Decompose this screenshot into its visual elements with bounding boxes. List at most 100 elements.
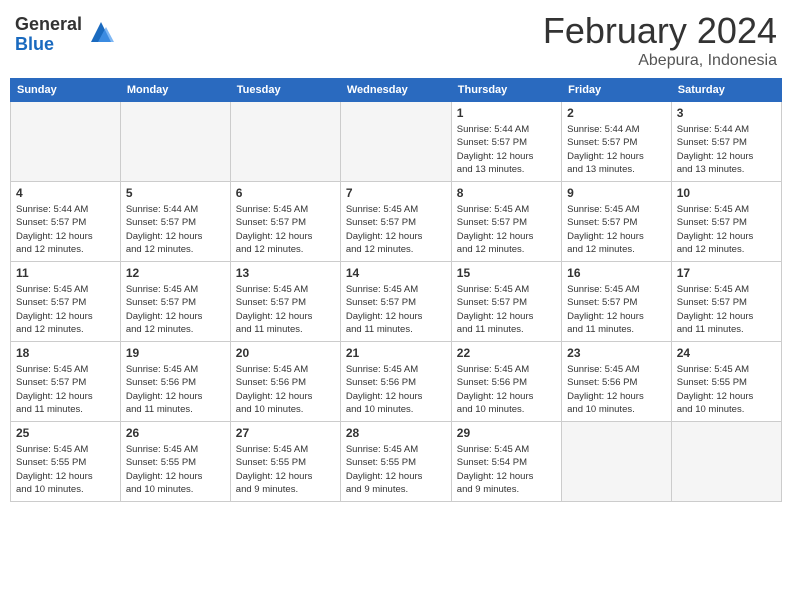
calendar-cell: 6 Sunrise: 5:45 AM Sunset: 5:57 PM Daylig… <box>230 182 340 262</box>
day-number: 27 <box>236 426 335 440</box>
day-number: 1 <box>457 106 556 120</box>
calendar-header-row: SundayMondayTuesdayWednesdayThursdayFrid… <box>11 79 782 102</box>
day-info: Sunrise: 5:45 AM Sunset: 5:55 PM Dayligh… <box>236 443 335 496</box>
day-info: Sunrise: 5:45 AM Sunset: 5:56 PM Dayligh… <box>346 363 446 416</box>
calendar-cell: 3 Sunrise: 5:44 AM Sunset: 5:57 PM Daylig… <box>671 102 781 182</box>
calendar-cell: 1 Sunrise: 5:44 AM Sunset: 5:57 PM Daylig… <box>451 102 561 182</box>
day-info: Sunrise: 5:45 AM Sunset: 5:57 PM Dayligh… <box>346 203 446 256</box>
day-number: 15 <box>457 266 556 280</box>
calendar-cell: 28Sunrise: 5:45 AM Sunset: 5:55 PM Dayli… <box>340 422 451 502</box>
calendar-cell: 21 Sunrise: 5:45 AM Sunset: 5:56 PM Dayli… <box>340 342 451 422</box>
calendar-cell: 23Sunrise: 5:45 AM Sunset: 5:56 PM Dayli… <box>562 342 672 422</box>
calendar-cell: 19 Sunrise: 5:45 AM Sunset: 5:56 PM Dayli… <box>120 342 230 422</box>
calendar-header-saturday: Saturday <box>671 79 781 102</box>
calendar-cell: 27 Sunrise: 5:45 AM Sunset: 5:55 PM Dayli… <box>230 422 340 502</box>
calendar-cell: 18 Sunrise: 5:45 AM Sunset: 5:57 PM Dayli… <box>11 342 121 422</box>
calendar-cell: 2 Sunrise: 5:44 AM Sunset: 5:57 PM Daylig… <box>562 102 672 182</box>
day-number: 21 <box>346 346 446 360</box>
calendar-cell: 10 Sunrise: 5:45 AM Sunset: 5:57 PM Dayli… <box>671 182 781 262</box>
day-number: 28 <box>346 426 446 440</box>
calendar-cell <box>230 102 340 182</box>
day-info: Sunrise: 5:45 AM Sunset: 5:56 PM Dayligh… <box>126 363 225 416</box>
day-number: 13 <box>236 266 335 280</box>
calendar-header-sunday: Sunday <box>11 79 121 102</box>
day-number: 7 <box>346 186 446 200</box>
calendar-week-row: 4 Sunrise: 5:44 AM Sunset: 5:57 PM Daylig… <box>11 182 782 262</box>
logo-icon <box>86 17 116 47</box>
calendar-cell: 15 Sunrise: 5:45 AM Sunset: 5:57 PM Dayli… <box>451 262 561 342</box>
header: General Blue February 2024 Abepura, Indo… <box>10 10 782 70</box>
calendar-cell <box>562 422 672 502</box>
day-number: 2 <box>567 106 666 120</box>
calendar-cell: 24 Sunrise: 5:45 AM Sunset: 5:55 PM Dayli… <box>671 342 781 422</box>
title-area: February 2024 Abepura, Indonesia <box>543 10 777 70</box>
day-info: Sunrise: 5:45 AM Sunset: 5:57 PM Dayligh… <box>457 203 556 256</box>
day-info: Sunrise: 5:45 AM Sunset: 5:54 PM Dayligh… <box>457 443 556 496</box>
day-number: 10 <box>677 186 776 200</box>
calendar-cell: 25 Sunrise: 5:45 AM Sunset: 5:55 PM Dayli… <box>11 422 121 502</box>
day-number: 14 <box>346 266 446 280</box>
calendar-cell <box>340 102 451 182</box>
calendar-cell: 13 Sunrise: 5:45 AM Sunset: 5:57 PM Dayli… <box>230 262 340 342</box>
day-info: Sunrise: 5:44 AM Sunset: 5:57 PM Dayligh… <box>567 123 666 176</box>
calendar-cell: 20 Sunrise: 5:45 AM Sunset: 5:56 PM Dayli… <box>230 342 340 422</box>
calendar-header-wednesday: Wednesday <box>340 79 451 102</box>
day-info: Sunrise: 5:45 AM Sunset: 5:57 PM Dayligh… <box>346 283 446 336</box>
calendar-cell: 12 Sunrise: 5:45 AM Sunset: 5:57 PM Dayli… <box>120 262 230 342</box>
day-number: 11 <box>16 266 115 280</box>
day-number: 3 <box>677 106 776 120</box>
day-number: 16 <box>567 266 666 280</box>
calendar-cell <box>120 102 230 182</box>
day-number: 4 <box>16 186 115 200</box>
day-info: Sunrise: 5:45 AM Sunset: 5:57 PM Dayligh… <box>567 283 666 336</box>
day-info: Sunrise: 5:45 AM Sunset: 5:57 PM Dayligh… <box>16 363 115 416</box>
calendar-cell: 16 Sunrise: 5:45 AM Sunset: 5:57 PM Dayli… <box>562 262 672 342</box>
day-info: Sunrise: 5:45 AM Sunset: 5:57 PM Dayligh… <box>457 283 556 336</box>
calendar-week-row: 25 Sunrise: 5:45 AM Sunset: 5:55 PM Dayli… <box>11 422 782 502</box>
calendar-week-row: 18 Sunrise: 5:45 AM Sunset: 5:57 PM Dayli… <box>11 342 782 422</box>
logo: General Blue <box>15 15 116 55</box>
logo-general: General <box>15 15 82 35</box>
day-number: 6 <box>236 186 335 200</box>
calendar-header-friday: Friday <box>562 79 672 102</box>
day-info: Sunrise: 5:44 AM Sunset: 5:57 PM Dayligh… <box>677 123 776 176</box>
day-number: 17 <box>677 266 776 280</box>
month-title: February 2024 <box>543 10 777 52</box>
calendar-cell: 14 Sunrise: 5:45 AM Sunset: 5:57 PM Dayli… <box>340 262 451 342</box>
calendar-cell <box>11 102 121 182</box>
calendar-week-row: 11 Sunrise: 5:45 AM Sunset: 5:57 PM Dayli… <box>11 262 782 342</box>
day-info: Sunrise: 5:45 AM Sunset: 5:57 PM Dayligh… <box>677 283 776 336</box>
day-info: Sunrise: 5:45 AM Sunset: 5:55 PM Dayligh… <box>16 443 115 496</box>
calendar-table: SundayMondayTuesdayWednesdayThursdayFrid… <box>10 78 782 502</box>
day-number: 24 <box>677 346 776 360</box>
day-number: 25 <box>16 426 115 440</box>
day-info: Sunrise: 5:45 AM Sunset: 5:57 PM Dayligh… <box>236 283 335 336</box>
day-number: 22 <box>457 346 556 360</box>
day-number: 18 <box>16 346 115 360</box>
day-info: Sunrise: 5:44 AM Sunset: 5:57 PM Dayligh… <box>126 203 225 256</box>
calendar-header-monday: Monday <box>120 79 230 102</box>
day-info: Sunrise: 5:45 AM Sunset: 5:57 PM Dayligh… <box>677 203 776 256</box>
day-info: Sunrise: 5:45 AM Sunset: 5:57 PM Dayligh… <box>567 203 666 256</box>
calendar-header-thursday: Thursday <box>451 79 561 102</box>
day-number: 12 <box>126 266 225 280</box>
day-number: 19 <box>126 346 225 360</box>
day-info: Sunrise: 5:45 AM Sunset: 5:57 PM Dayligh… <box>236 203 335 256</box>
day-number: 8 <box>457 186 556 200</box>
calendar-week-row: 1 Sunrise: 5:44 AM Sunset: 5:57 PM Daylig… <box>11 102 782 182</box>
day-info: Sunrise: 5:44 AM Sunset: 5:57 PM Dayligh… <box>457 123 556 176</box>
day-info: Sunrise: 5:45 AM Sunset: 5:56 PM Dayligh… <box>457 363 556 416</box>
day-info: Sunrise: 5:45 AM Sunset: 5:56 PM Dayligh… <box>236 363 335 416</box>
day-info: Sunrise: 5:45 AM Sunset: 5:55 PM Dayligh… <box>677 363 776 416</box>
calendar-cell: 17 Sunrise: 5:45 AM Sunset: 5:57 PM Dayli… <box>671 262 781 342</box>
day-info: Sunrise: 5:45 AM Sunset: 5:57 PM Dayligh… <box>16 283 115 336</box>
day-info: Sunrise: 5:44 AM Sunset: 5:57 PM Dayligh… <box>16 203 115 256</box>
subtitle: Abepura, Indonesia <box>543 52 777 70</box>
day-number: 23 <box>567 346 666 360</box>
day-number: 20 <box>236 346 335 360</box>
day-info: Sunrise: 5:45 AM Sunset: 5:57 PM Dayligh… <box>126 283 225 336</box>
calendar-cell: 5Sunrise: 5:44 AM Sunset: 5:57 PM Daylig… <box>120 182 230 262</box>
calendar-cell: 9Sunrise: 5:45 AM Sunset: 5:57 PM Daylig… <box>562 182 672 262</box>
calendar-cell: 26Sunrise: 5:45 AM Sunset: 5:55 PM Dayli… <box>120 422 230 502</box>
calendar-cell: 22 Sunrise: 5:45 AM Sunset: 5:56 PM Dayli… <box>451 342 561 422</box>
